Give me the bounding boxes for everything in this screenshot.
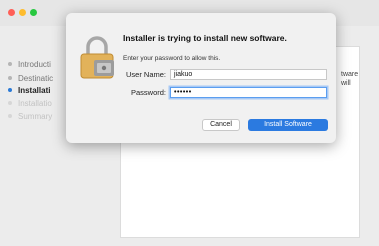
step-label: Destinatic (18, 74, 54, 83)
username-label: User Name: (125, 70, 166, 79)
step-label: Summary (18, 112, 53, 121)
close-window-button[interactable] (8, 9, 15, 16)
dialog-subtitle: Enter your password to allow this. (123, 55, 221, 62)
background-text-line: tware (341, 71, 359, 78)
step-dot-icon (8, 62, 12, 66)
step-dot-icon (8, 114, 12, 118)
zoom-window-button[interactable] (30, 9, 37, 16)
username-field[interactable]: jiakuo (170, 69, 327, 80)
step-label: Introducti (18, 60, 51, 69)
step-dot-icon (8, 76, 12, 80)
background-text-line: will (341, 80, 351, 87)
authentication-dialog: Installer is trying to install new softw… (66, 13, 336, 143)
step-dot-icon (8, 88, 12, 92)
step-destination: Destinatic (8, 74, 54, 83)
installer-window: Introducti Destinatic Installati Install… (0, 0, 379, 246)
step-introduction: Introducti (8, 60, 51, 69)
lock-icon (80, 36, 114, 79)
install-software-button[interactable]: Install Software (248, 119, 328, 131)
step-installation-type: Installati (8, 86, 51, 95)
password-field[interactable]: •••••• (170, 87, 327, 98)
step-dot-icon (8, 101, 12, 105)
step-label: Installati (18, 86, 51, 95)
dialog-title: Installer is trying to install new softw… (123, 33, 287, 43)
step-summary: Summary (8, 112, 53, 121)
minimize-window-button[interactable] (19, 9, 26, 16)
cancel-button[interactable]: Cancel (202, 119, 240, 131)
password-label: Password: (130, 88, 166, 97)
step-label: Installatio (18, 99, 52, 108)
step-installation: Installatio (8, 99, 52, 108)
